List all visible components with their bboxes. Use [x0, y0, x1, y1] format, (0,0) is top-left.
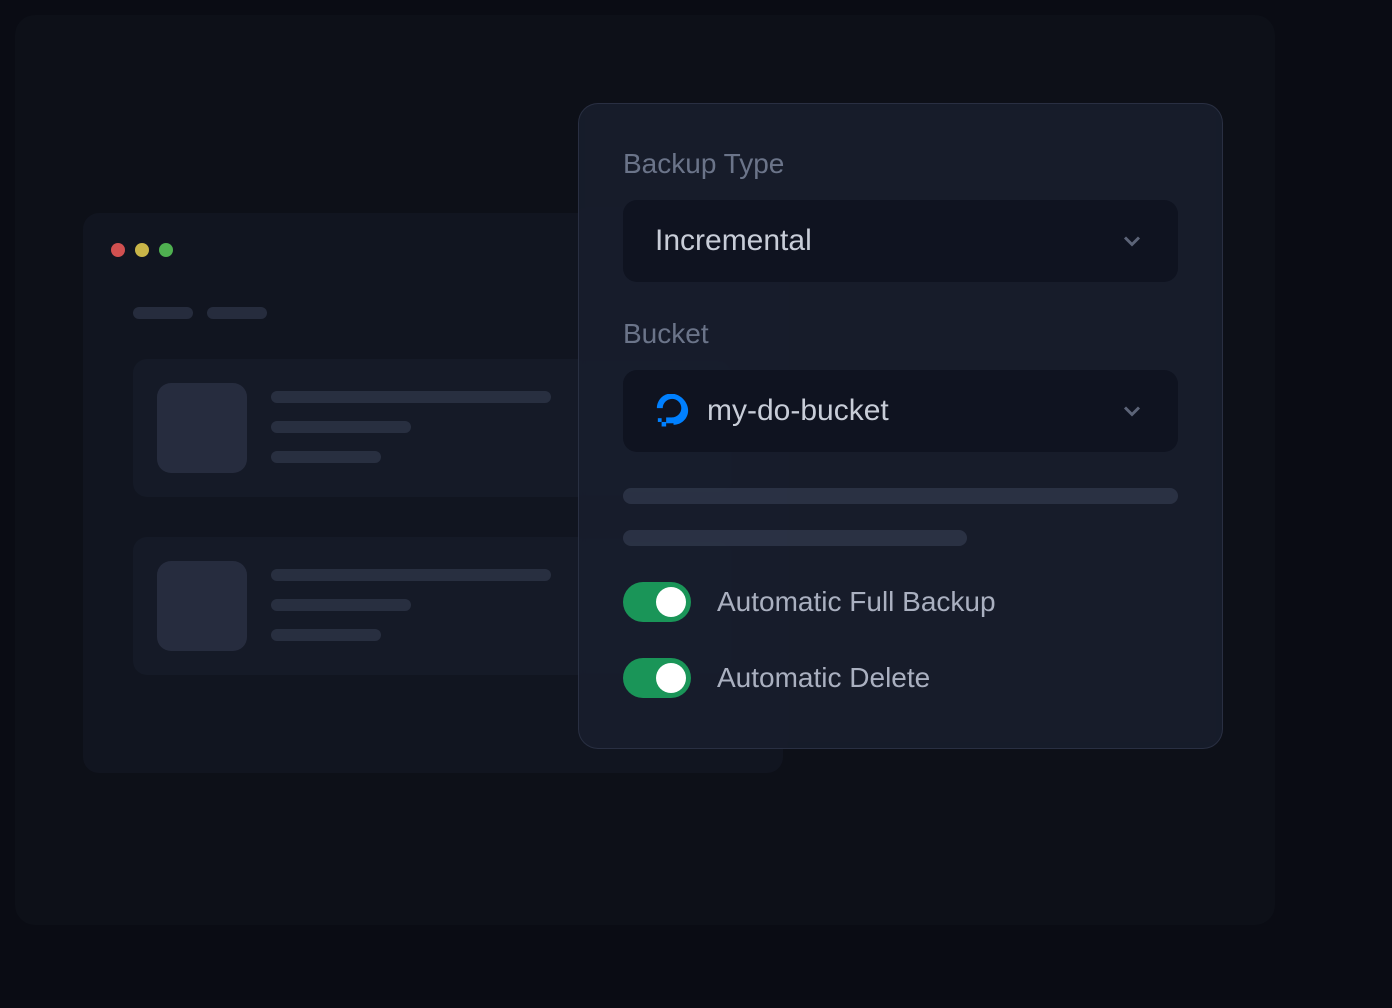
digitalocean-icon	[655, 394, 689, 428]
skeleton-line	[271, 451, 381, 463]
skeleton-line	[271, 391, 551, 403]
skeleton-pill	[133, 307, 193, 319]
auto-full-backup-toggle[interactable]	[623, 582, 691, 622]
bucket-value: my-do-bucket	[707, 394, 889, 428]
bucket-dropdown[interactable]: my-do-bucket	[623, 370, 1178, 452]
auto-full-backup-label: Automatic Full Backup	[717, 586, 996, 618]
skeleton-line	[271, 629, 381, 641]
skeleton-card-lines	[271, 561, 551, 651]
skeleton-line	[271, 599, 411, 611]
backup-type-label: Backup Type	[623, 148, 1178, 180]
maximize-traffic-light	[159, 243, 173, 257]
minimize-traffic-light	[135, 243, 149, 257]
close-traffic-light	[111, 243, 125, 257]
skeleton-card-icon	[157, 383, 247, 473]
auto-delete-toggle[interactable]	[623, 658, 691, 698]
skeleton-line	[623, 530, 967, 546]
skeleton-card-icon	[157, 561, 247, 651]
backup-type-dropdown[interactable]: Incremental	[623, 200, 1178, 282]
chevron-down-icon	[1118, 227, 1146, 255]
backup-settings-panel: Backup Type Incremental Bucket my-do-buc…	[578, 103, 1223, 749]
skeleton-card-lines	[271, 383, 551, 473]
bucket-label: Bucket	[623, 318, 1178, 350]
auto-full-backup-row: Automatic Full Backup	[623, 582, 1178, 622]
auto-delete-label: Automatic Delete	[717, 662, 930, 694]
skeleton-line	[623, 488, 1178, 504]
backup-type-value: Incremental	[655, 224, 812, 258]
toggle-thumb	[656, 663, 686, 693]
skeleton-line	[271, 569, 551, 581]
skeleton-pill	[207, 307, 267, 319]
main-background-container: Backup Type Incremental Bucket my-do-buc…	[15, 15, 1275, 925]
toggle-thumb	[656, 587, 686, 617]
chevron-down-icon	[1118, 397, 1146, 425]
skeleton-line	[271, 421, 411, 433]
auto-delete-row: Automatic Delete	[623, 658, 1178, 698]
